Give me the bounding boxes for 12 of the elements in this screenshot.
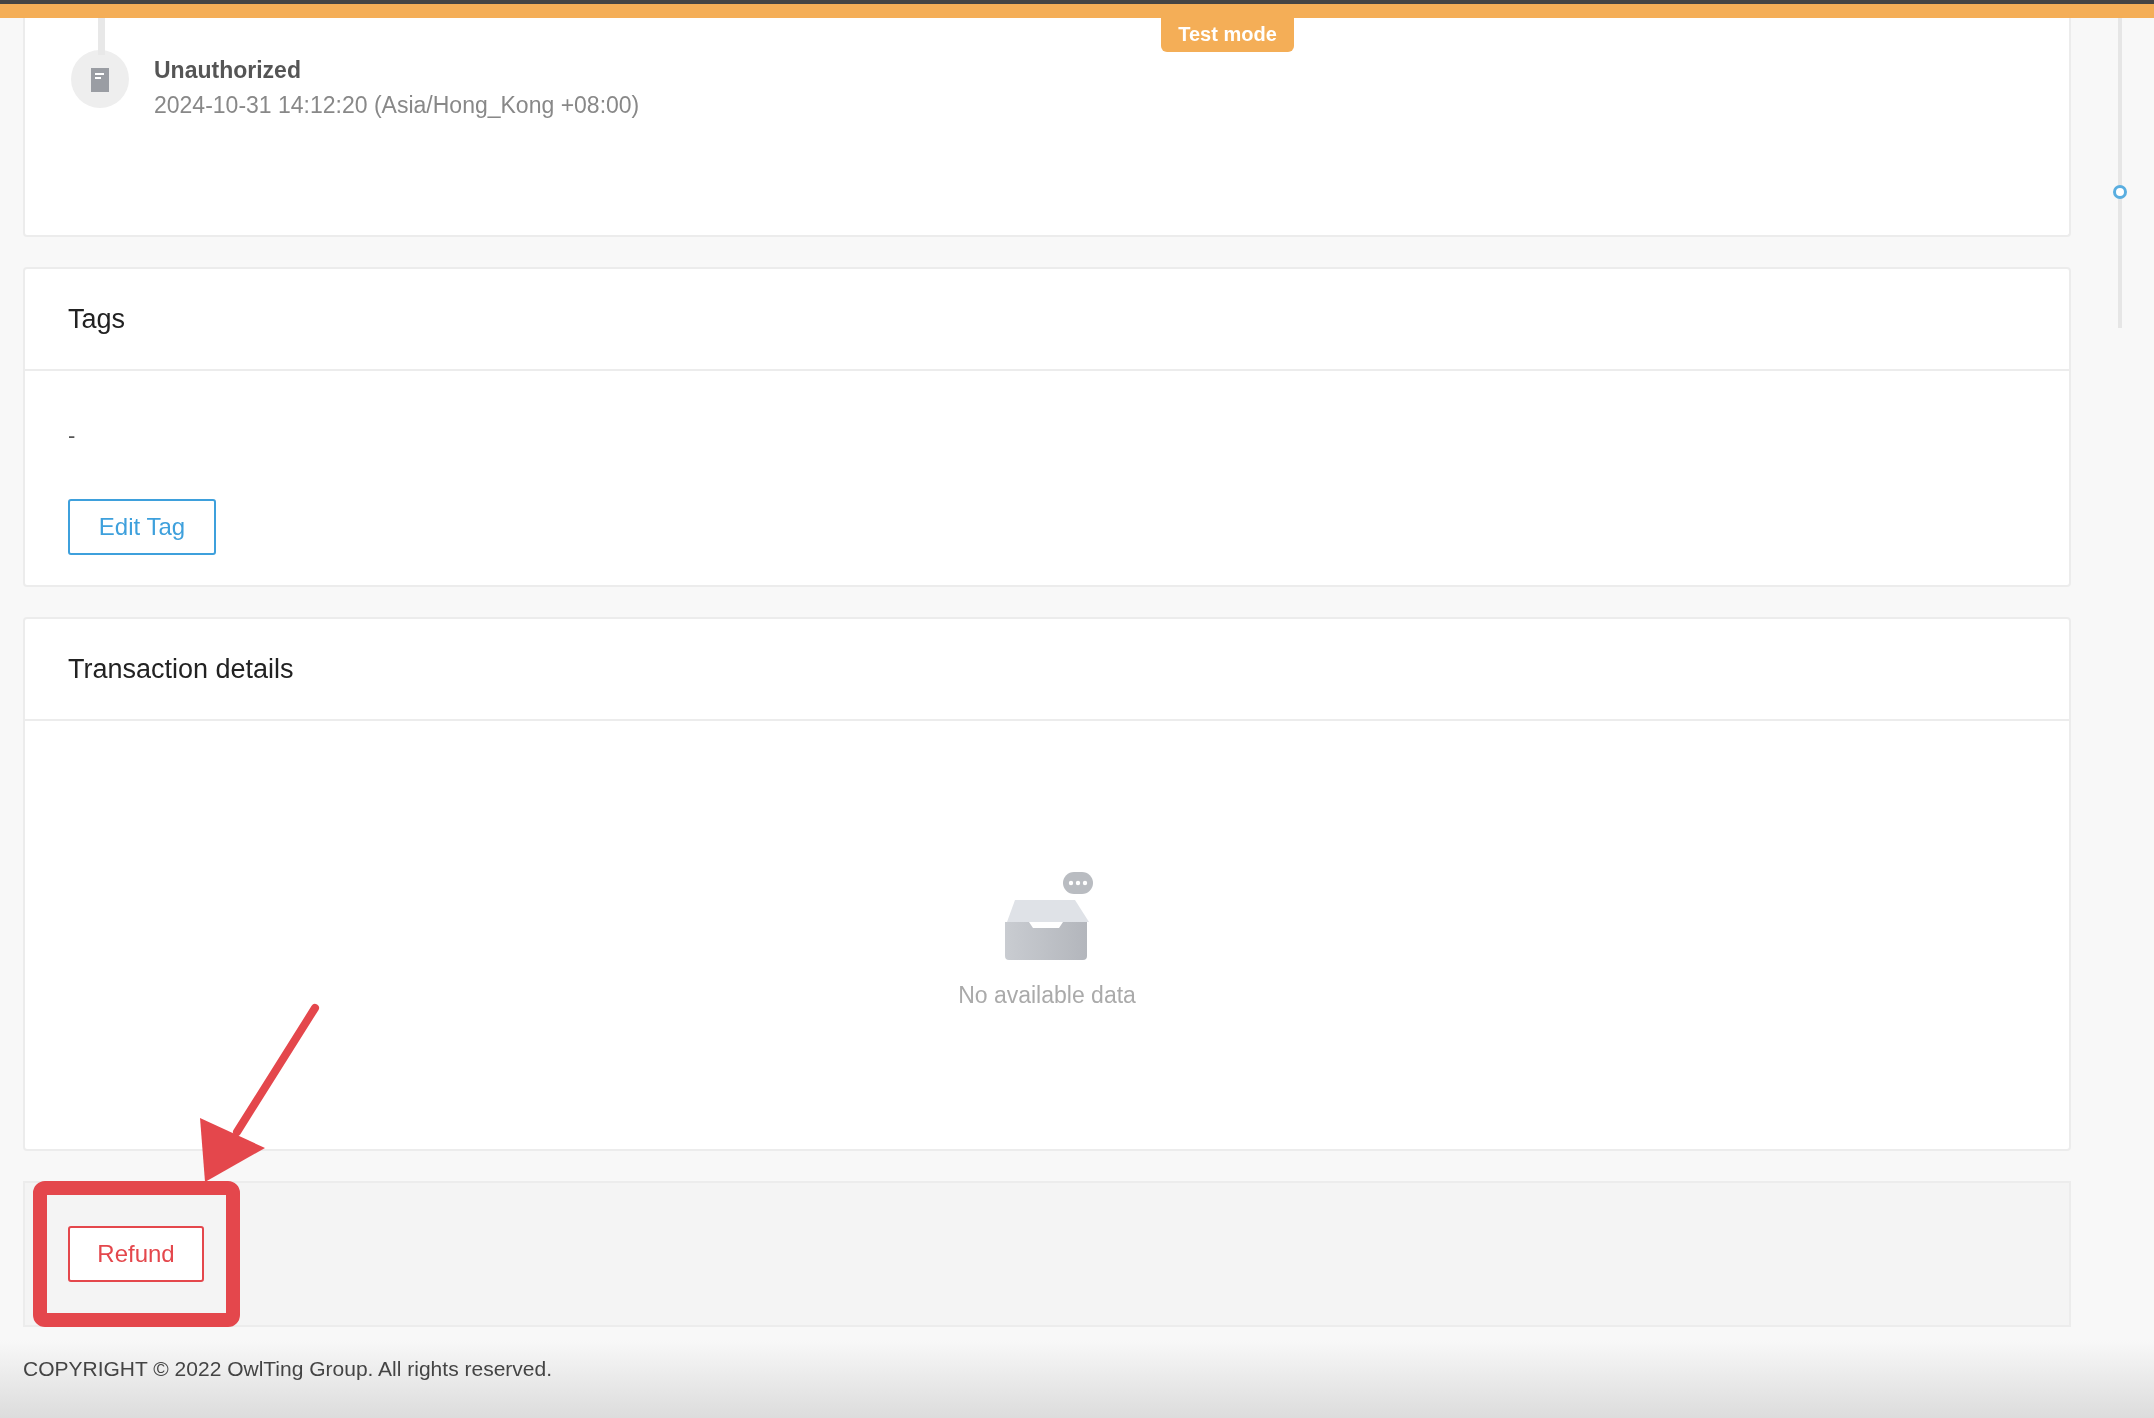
scroll-handle[interactable]: [2112, 185, 2127, 199]
refund-button[interactable]: Refund: [68, 1226, 204, 1282]
edit-tag-button[interactable]: Edit Tag: [68, 499, 216, 555]
test-mode-badge: Test mode: [1161, 16, 1294, 52]
card-title: Tags: [68, 303, 126, 335]
card-title: Transaction details: [68, 653, 294, 685]
status-title: Unauthorized: [154, 57, 302, 84]
copyright-text: COPYRIGHT © 2022 OwlTing Group. All rights reserved.: [23, 1357, 553, 1381]
status-time: 2024-10-31 14:12:20 (Asia/Hong_Kong +08:00): [154, 92, 640, 119]
tags-value: -: [68, 423, 76, 449]
document-icon: [71, 50, 129, 108]
empty-message: No available data: [958, 981, 1136, 1009]
